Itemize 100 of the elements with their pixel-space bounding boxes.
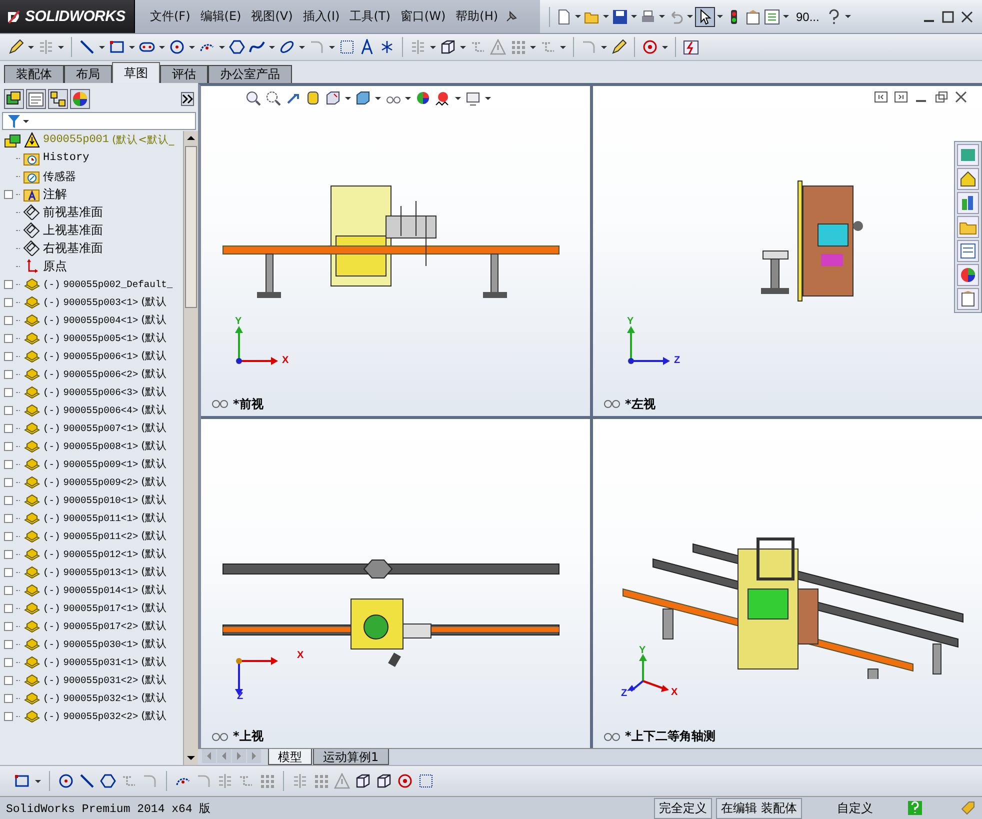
tree-item[interactable]: 上视基准面 [43,222,103,238]
expand-box[interactable] [4,586,13,594]
caret-icon[interactable] [485,96,491,100]
scrollbar-thumb[interactable] [185,146,197,308]
tree-item[interactable]: History [43,152,90,164]
dotted-rectangle-icon[interactable] [339,39,355,55]
tree-item[interactable]: 900055p006<1> [63,350,138,362]
menu-item[interactable]: 窗口(W) [395,6,451,28]
line-icon[interactable] [79,773,95,789]
caret-icon[interactable] [159,44,165,50]
menu-item[interactable]: 帮助(H) [450,6,504,28]
circle-icon[interactable] [58,773,74,789]
command-tab[interactable]: 草图 [112,62,160,83]
text-icon[interactable] [359,39,375,55]
tree-item[interactable]: 900055p032<1> [63,692,138,704]
caret-icon[interactable] [269,44,275,50]
menu-item[interactable]: 工具(T) [344,6,396,28]
assembly-name[interactable]: 900055p001 [43,134,110,146]
tree-item[interactable]: 900055p032<2> [63,710,138,722]
menu-item[interactable]: 视图(V) [246,6,298,28]
close-icon[interactable] [954,90,968,104]
split-left-icon[interactable] [874,90,888,104]
expand-box[interactable] [4,604,13,612]
caret-icon[interactable] [631,14,637,19]
tag-icon[interactable] [960,800,976,816]
circle-icon[interactable] [169,39,185,55]
home-icon[interactable] [957,168,979,190]
tree-item[interactable]: 900055p006<2> [63,368,138,380]
spline-icon[interactable] [249,39,265,55]
tree-item[interactable]: 900055p012<1> [63,548,138,560]
color-wheel-icon[interactable] [957,264,979,286]
menu-item[interactable]: 编辑(E) [195,6,246,28]
tree-item[interactable]: 900055p005<1> [63,332,138,344]
caret-icon[interactable] [23,118,29,124]
list-icon[interactable] [764,8,780,24]
caret-icon[interactable] [783,14,789,19]
zoom-fit-icon[interactable] [245,90,261,106]
expand-box[interactable] [4,514,13,522]
caret-icon[interactable] [845,14,852,19]
asterisk-icon[interactable] [379,39,395,55]
line-icon[interactable] [79,39,95,55]
tree-item[interactable]: 900055p031<1> [63,656,138,668]
expand-box[interactable] [4,388,13,396]
caret-icon[interactable] [28,44,34,50]
expand-box[interactable] [4,460,13,468]
folder-icon[interactable] [957,216,979,238]
target-icon[interactable] [397,773,413,789]
caret-icon[interactable] [430,44,436,50]
caret-icon[interactable] [219,44,225,50]
expand-box[interactable] [4,622,13,630]
save-icon[interactable] [612,8,628,24]
expand-box[interactable] [4,640,13,648]
expand-box[interactable] [4,532,13,540]
split-right-icon[interactable] [894,90,908,104]
tree-item[interactable]: 900055p007<1> [63,422,138,434]
appearance-icon[interactable] [415,90,431,106]
caret-icon[interactable] [405,96,411,100]
tree-item[interactable]: 900055p014<1> [63,584,138,596]
caret-icon[interactable] [299,44,305,50]
tree-item[interactable]: 900055p031<2> [63,674,138,686]
expand-box[interactable] [4,658,13,666]
dotted-rectangle-icon[interactable] [418,773,434,789]
tree-item[interactable]: 900055p008<1> [63,440,138,452]
expand-chevron-icon[interactable] [181,92,194,106]
display-style-icon[interactable] [355,90,371,106]
tree-item[interactable]: 900055p011<1> [63,512,138,524]
command-tab[interactable]: 布局 [64,65,112,83]
view-orientation-icon[interactable] [325,90,341,106]
task-pane-icon[interactable] [957,288,979,310]
property-tab-icon[interactable] [26,89,46,109]
tree-item[interactable]: 原点 [43,258,67,274]
tree-item[interactable]: 900055p002_Default_ [63,278,173,290]
caret-icon[interactable] [662,44,668,50]
caret-icon[interactable] [129,44,135,50]
expand-box[interactable] [4,316,13,324]
caret-icon[interactable] [375,96,381,100]
printer-icon[interactable] [640,8,656,24]
command-tab[interactable]: 评估 [160,65,208,83]
caret-icon[interactable] [99,44,105,50]
expand-box[interactable] [4,190,13,198]
tree-item[interactable]: 900055p013<1> [63,566,138,578]
caret-icon[interactable] [575,14,581,19]
tree-item[interactable]: 900055p009<2> [63,476,138,488]
zoom-area-icon[interactable] [265,90,281,106]
assembly-tab-icon[interactable] [4,89,24,109]
model-tab[interactable]: 模型 [268,749,312,765]
expand-box[interactable] [4,406,13,414]
search-field[interactable]: 90... [792,10,824,24]
dot-grid-icon[interactable] [510,39,526,55]
expand-box[interactable] [4,496,13,504]
tree-item[interactable]: 右视基准面 [43,240,103,256]
model-tab[interactable]: 运动算例1 [313,749,389,765]
expand-box[interactable] [4,298,13,306]
pencil-icon[interactable] [611,39,627,55]
tree-item[interactable]: 900055p011<2> [63,530,138,542]
tree-item[interactable]: 传感器 [43,168,76,184]
caret-icon[interactable] [58,44,64,50]
expand-box[interactable] [4,334,13,342]
glasses-icon[interactable] [211,730,229,742]
dot-grid-icon[interactable] [313,773,329,789]
